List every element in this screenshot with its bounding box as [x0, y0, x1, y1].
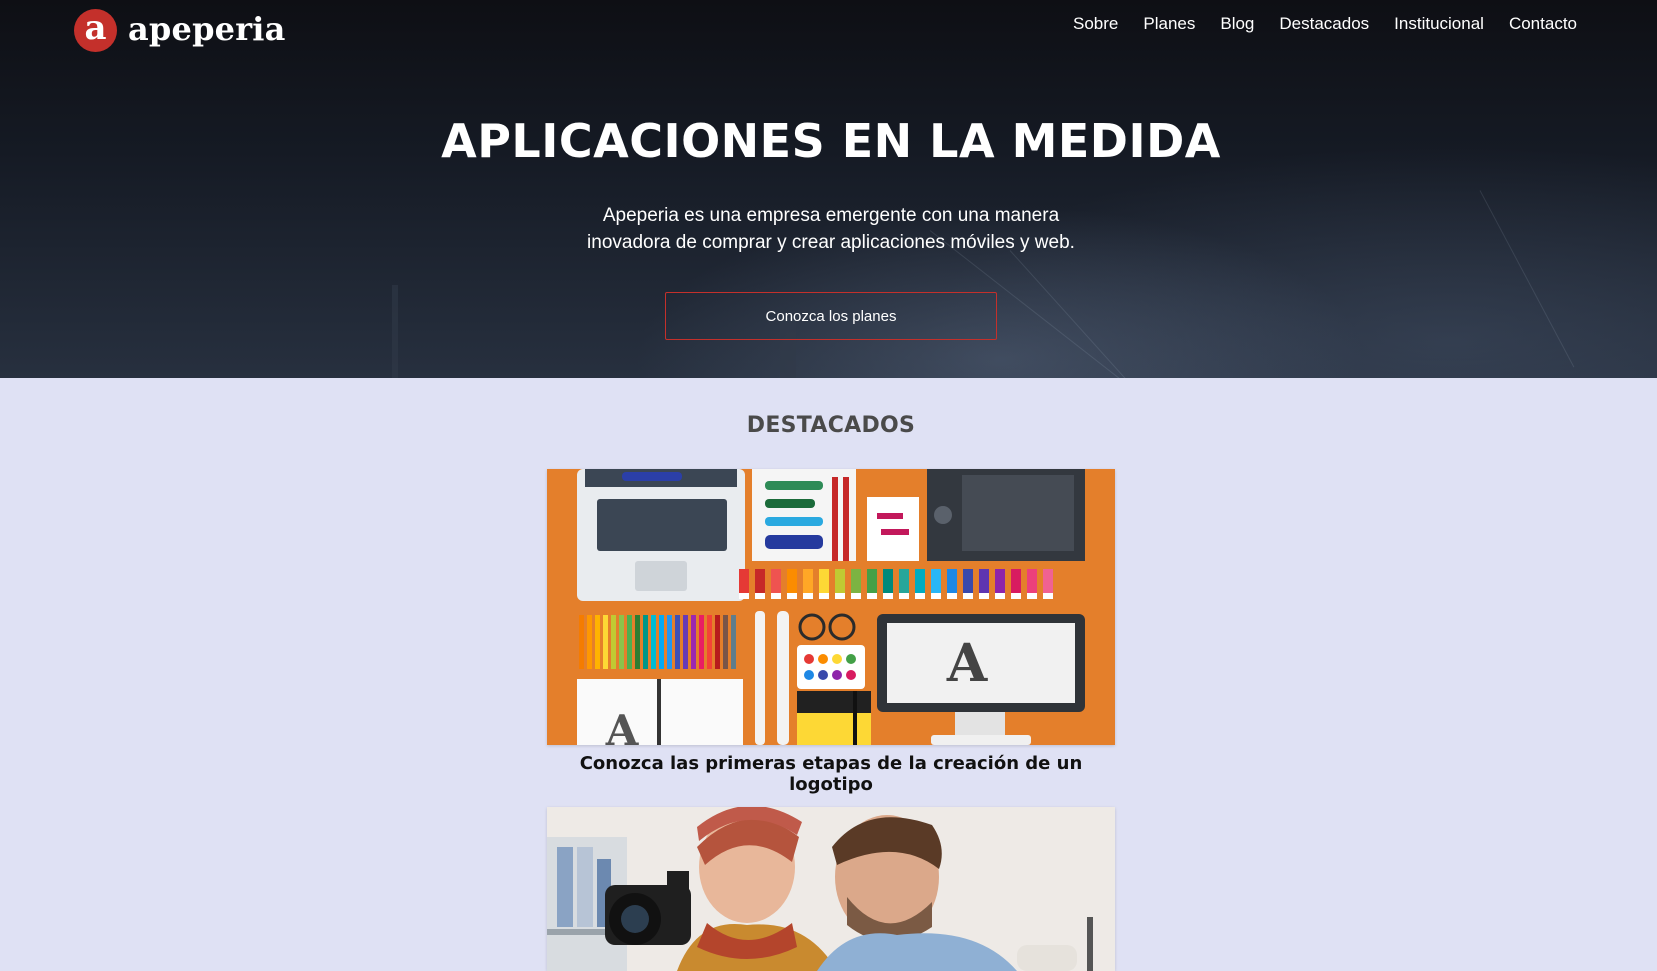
brand-name: apeperia	[128, 9, 286, 48]
designer-tools-illustration: A A	[547, 469, 1115, 745]
view-plans-button[interactable]: Conozca los planes	[665, 292, 997, 340]
photographers-photo	[547, 807, 1115, 971]
background-tower	[392, 285, 398, 378]
nav-link-contacto[interactable]: Contacto	[1509, 13, 1577, 35]
nav-link-sobre[interactable]: Sobre	[1073, 13, 1118, 35]
nav-links: Sobre Planes Blog Destacados Institucion…	[1073, 13, 1577, 35]
light-streak	[1479, 190, 1575, 368]
nav-link-institucional[interactable]: Institucional	[1394, 13, 1484, 35]
brand-logo[interactable]: a apeperia	[74, 9, 286, 52]
featured-post-title[interactable]: Conozca las primeras etapas de la creaci…	[547, 753, 1115, 795]
hero-section: a apeperia Sobre Planes Blog Destacados …	[0, 0, 1657, 378]
nav-link-planes[interactable]: Planes	[1143, 13, 1195, 35]
svg-text:A: A	[946, 633, 988, 694]
hero-title: APLICACIONES EN LA MEDIDA	[441, 114, 1221, 168]
featured-post-image[interactable]	[547, 807, 1115, 971]
brand-mark-icon: a	[74, 9, 117, 52]
svg-text:A: A	[605, 706, 640, 745]
light-streak	[1009, 250, 1158, 378]
nav-link-destacados[interactable]: Destacados	[1279, 13, 1369, 35]
featured-section-title: DESTACADOS	[746, 413, 916, 438]
nav-link-blog[interactable]: Blog	[1220, 13, 1254, 35]
featured-post-image[interactable]: A A	[547, 469, 1115, 745]
hero-description: Apeperia es una empresa emergente con un…	[587, 205, 1075, 253]
navbar: a apeperia Sobre Planes Blog Destacados …	[0, 0, 1657, 62]
